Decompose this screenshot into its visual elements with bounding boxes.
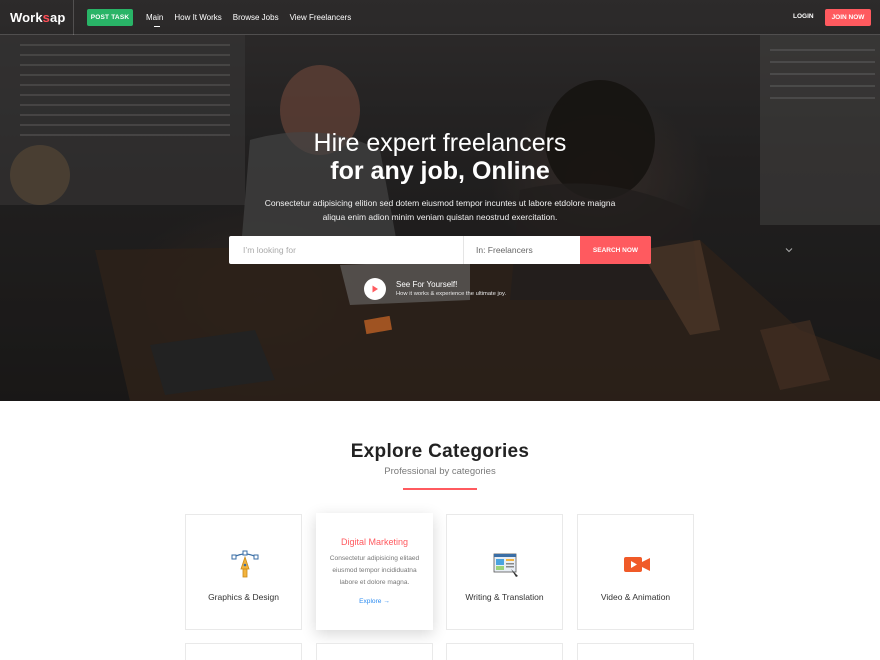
search-category-select[interactable]: In: Freelancers (464, 236, 793, 264)
category-card[interactable] (446, 643, 563, 660)
nav-link-browse-jobs[interactable]: Browse Jobs (233, 13, 279, 22)
nav-link-view-freelancers[interactable]: View Freelancers (290, 13, 352, 22)
login-link[interactable]: LOGIN (793, 13, 814, 20)
nav-link-main[interactable]: Main (146, 13, 163, 27)
category-card[interactable] (316, 643, 433, 660)
category-card[interactable] (577, 643, 694, 660)
category-label: Video & Animation (600, 592, 671, 602)
category-description: Consectetur adipisicing elitaed eiusmod … (329, 555, 420, 586)
join-now-button[interactable]: JOIN NOW (825, 9, 871, 26)
category-card-video-animation[interactable]: Video & Animation (577, 514, 694, 630)
search-category-label: In: Freelancers (476, 245, 533, 255)
logo-accent: s (42, 10, 51, 25)
categories-title: Explore Categories (350, 441, 530, 462)
categories-underline (403, 488, 477, 490)
logo[interactable]: Worksap (10, 10, 65, 26)
play-video-button[interactable] (364, 278, 386, 300)
category-label: Digital Marketing (340, 537, 409, 547)
search-input[interactable] (229, 236, 463, 264)
arrow-right-icon: → (383, 598, 390, 605)
category-card-digital-marketing[interactable]: Digital Marketing Consectetur adipisicin… (316, 513, 433, 630)
hero-title-line2: for any job, Online (330, 157, 550, 185)
logo-text-end: ap (50, 10, 66, 25)
category-card[interactable] (185, 643, 302, 660)
hero-title-line1: Hire expert freelancers (313, 129, 567, 157)
logo-text-start: Work (10, 10, 43, 25)
category-card-graphics-design[interactable]: Graphics & Design (185, 514, 302, 630)
explore-label: Explore (359, 598, 382, 605)
nav-divider (73, 0, 74, 35)
search-bar: In: Freelancers SEARCH NOW (229, 236, 793, 264)
chevron-down-icon (785, 248, 793, 253)
search-now-button[interactable]: SEARCH NOW (580, 236, 651, 264)
hero-description: Consectetur adipisicing elition sed dote… (264, 198, 616, 222)
graphics-design-icon (231, 550, 259, 578)
categories-subtitle: Professional by categories (384, 466, 496, 477)
video-subtitle: How it works & experience the ultimate j… (396, 291, 507, 297)
post-task-button[interactable]: POST TASK (87, 9, 133, 26)
video-camera-icon (624, 557, 650, 572)
nav-link-how-it-works[interactable]: How It Works (174, 13, 221, 22)
category-label: Graphics & Design (208, 592, 279, 602)
nav-links: Main How It Works Browse Jobs View Freel… (146, 13, 352, 27)
navbar: Worksap POST TASK Main How It Works Brow… (0, 0, 880, 35)
category-card-writing-translation[interactable]: Writing & Translation (446, 514, 563, 630)
video-title: See For Yourself! (396, 280, 458, 289)
category-label: Writing & Translation (465, 592, 544, 602)
explore-link[interactable]: Explore → (316, 598, 433, 605)
writing-translation-icon (493, 553, 518, 577)
play-icon (372, 285, 378, 293)
hero-section: Hire expert freelancers for any job, Onl… (0, 0, 880, 401)
